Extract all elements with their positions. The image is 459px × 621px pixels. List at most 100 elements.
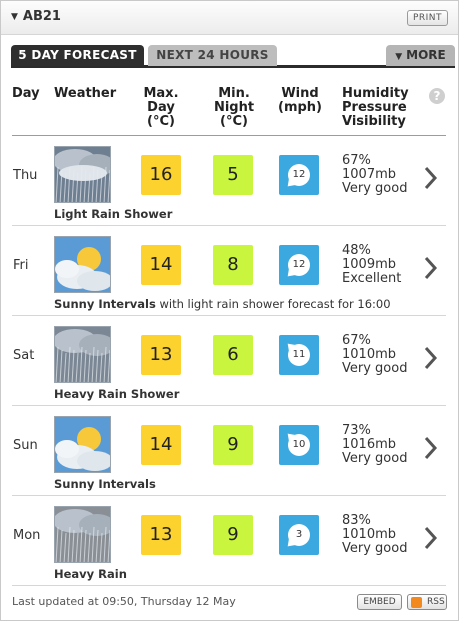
forecast-row[interactable]: Thu Light Rain Shower 16 5 12 67% 1007mb Very g… (12, 136, 446, 226)
column-header-stats: Humidity Pressure Visibility (342, 87, 409, 129)
min-temp: 9 (213, 515, 253, 555)
weather-type: Sunny Intervals (54, 477, 156, 491)
row-divider (12, 585, 446, 586)
visibility: Very good (342, 541, 408, 556)
forecast-row[interactable]: Fri Sunny Intervals with light rain showe… (12, 226, 446, 316)
tab-bar: 5 DAY FORECAST NEXT 24 HOURS ▼ MORE (11, 45, 455, 68)
wind-speed: 12 (292, 169, 306, 180)
weather-stats: 67% 1007mb Very good (342, 154, 407, 196)
visibility: Very good (342, 451, 408, 466)
column-header-line: Visibility (342, 114, 406, 129)
tab-next-24-hours[interactable]: NEXT 24 HOURS (148, 45, 277, 66)
help-icon[interactable]: ? (429, 88, 445, 104)
wind-indicator: 10 (279, 425, 319, 465)
wind-speed: 11 (292, 349, 306, 360)
weather-stats: 67% 1010mb Very good (342, 334, 407, 376)
weather-stats: 48% 1009mb Excellent (342, 244, 401, 286)
sunny-intervals-icon (54, 236, 111, 293)
pressure: 1009mb (342, 257, 396, 272)
wind-indicator: 11 (279, 335, 319, 375)
triangle-down-icon: ▼ (11, 12, 18, 22)
weather-note: with light rain shower forecast for 16:0… (155, 297, 391, 311)
visibility: Very good (342, 361, 408, 376)
column-header-line: Max. (143, 86, 179, 101)
forecast-row[interactable]: Sat Heavy Rain Shower 13 6 11 67% 1010mb Very g… (12, 316, 446, 406)
max-temp: 16 (141, 155, 181, 195)
forecast-row[interactable]: Mon Heavy Rain 13 9 3 83% 1010mb Very good (12, 496, 446, 586)
rss-label: RSS (427, 597, 445, 607)
light-rain-shower-icon (54, 146, 111, 203)
day-label: Sun (13, 438, 38, 453)
heavy-rain-icon (54, 506, 111, 563)
column-header-line: (°C) (147, 114, 175, 129)
column-header-line: (°C) (220, 114, 248, 129)
max-temp: 13 (141, 515, 181, 555)
column-header-line: Min. (218, 86, 250, 101)
pressure: 1010mb (342, 347, 396, 362)
pressure: 1007mb (342, 167, 396, 182)
column-header-min: Min. Night (°C) (209, 87, 259, 129)
column-header-max: Max. Day (°C) (139, 87, 183, 129)
max-temp: 14 (141, 245, 181, 285)
min-temp: 6 (213, 335, 253, 375)
rss-button[interactable]: RSS (407, 594, 447, 610)
weather-stats: 83% 1010mb Very good (342, 514, 407, 556)
visibility: Very good (342, 181, 408, 196)
weather-description: Light Rain Shower (54, 207, 172, 221)
column-header-day: Day (12, 86, 40, 101)
weather-type: Sunny Intervals (54, 297, 156, 311)
humidity: 83% (342, 513, 371, 528)
sunny-intervals-icon (54, 416, 111, 473)
column-header-line: Day (147, 100, 175, 115)
pressure: 1016mb (342, 437, 396, 452)
humidity: 73% (342, 423, 371, 438)
min-temp: 8 (213, 245, 253, 285)
chevron-right-icon[interactable] (424, 256, 438, 284)
column-header-line: (mph) (278, 100, 322, 115)
wind-speed: 12 (292, 259, 306, 270)
column-header-line: Wind (281, 86, 319, 101)
max-temp: 13 (141, 335, 181, 375)
location-label: AB21 (22, 9, 61, 24)
day-label: Mon (13, 528, 41, 543)
day-label: Thu (13, 168, 38, 183)
weather-description: Heavy Rain Shower (54, 387, 179, 401)
forecast-widget: ▼ AB21 PRINT 5 DAY FORECAST NEXT 24 HOURS… (0, 0, 459, 621)
weather-type: Light Rain Shower (54, 207, 173, 221)
weather-type: Heavy Rain (54, 567, 127, 581)
column-header-wind: Wind (mph) (277, 87, 323, 115)
column-header-line: Humidity (342, 86, 409, 101)
wind-speed: 10 (292, 439, 306, 450)
column-header-line: Pressure (342, 100, 407, 115)
chevron-right-icon[interactable] (424, 526, 438, 554)
more-button[interactable]: ▼ MORE (386, 45, 455, 66)
weather-stats: 73% 1016mb Very good (342, 424, 407, 466)
day-label: Fri (13, 258, 29, 273)
chevron-right-icon[interactable] (424, 166, 438, 194)
humidity: 67% (342, 333, 371, 348)
more-label: MORE (406, 48, 446, 62)
print-button[interactable]: PRINT (407, 10, 448, 26)
min-temp: 9 (213, 425, 253, 465)
visibility: Excellent (342, 271, 402, 286)
humidity: 67% (342, 153, 371, 168)
pressure: 1010mb (342, 527, 396, 542)
tab-5-day-forecast[interactable]: 5 DAY FORECAST (11, 45, 144, 66)
max-temp: 14 (141, 425, 181, 465)
chevron-right-icon[interactable] (424, 436, 438, 464)
heavy-rain-shower-icon (54, 326, 111, 383)
forecast-row[interactable]: Sun Sunny Intervals 14 9 10 73% 1016mb Very goo… (12, 406, 446, 496)
weather-description: Sunny Intervals (54, 477, 156, 491)
wind-indicator: 3 (279, 515, 319, 555)
day-label: Sat (13, 348, 35, 363)
min-temp: 5 (213, 155, 253, 195)
embed-button[interactable]: EMBED (357, 594, 402, 610)
chevron-right-icon[interactable] (424, 346, 438, 374)
column-header-weather: Weather (54, 86, 117, 101)
humidity: 48% (342, 243, 371, 258)
widget-header: ▼ AB21 PRINT (1, 1, 458, 35)
column-header-line: Night (213, 100, 255, 115)
rss-icon (411, 597, 422, 608)
weather-description: Heavy Rain (54, 567, 127, 581)
location-toggle[interactable]: ▼ AB21 (11, 9, 61, 24)
